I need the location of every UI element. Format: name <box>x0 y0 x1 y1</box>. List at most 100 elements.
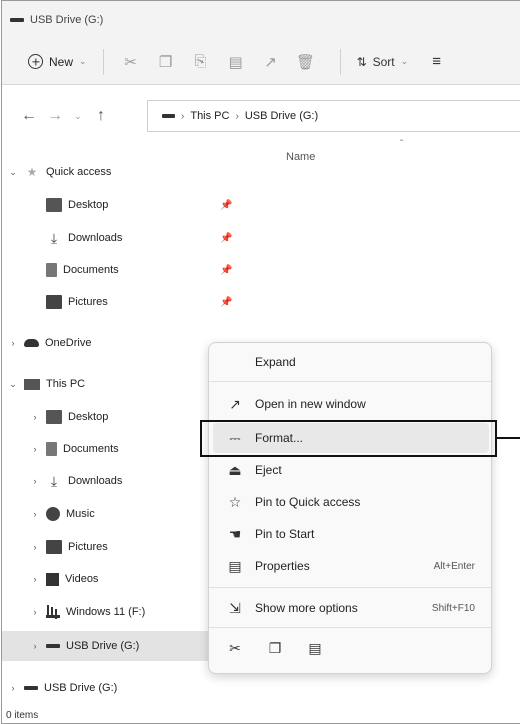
new-button-label: New <box>49 54 74 69</box>
star-outline-icon: ☆ <box>228 493 242 510</box>
menu-item-expand[interactable]: Expand <box>213 347 489 377</box>
breadcrumb-this-pc[interactable]: This PC <box>190 110 229 122</box>
menu-divider <box>209 381 491 382</box>
menu-item-label: Open in new window <box>255 397 366 411</box>
toolbar-divider <box>339 48 341 75</box>
menu-item-pin-quick-access[interactable]: ☆ Pin to Quick access <box>213 487 489 517</box>
menu-item-eject[interactable]: ⏏ Eject <box>213 455 489 485</box>
collapsed-chevron-icon[interactable]: › <box>24 444 46 454</box>
menu-item-open-new-window[interactable]: ↗ Open in new window <box>213 389 489 419</box>
menu-item-pin-start[interactable]: ☚ Pin to Start <box>213 519 489 549</box>
usb-drive-icon <box>24 686 38 690</box>
nav-label: Downloads <box>68 475 123 487</box>
nav-quick-access[interactable]: ⌄ ★ Quick access <box>2 157 250 187</box>
desktop-folder-icon <box>46 198 62 212</box>
window-title: USB Drive (G:) <box>30 14 104 26</box>
nav-label: This PC <box>46 378 86 390</box>
nav-usb-drive-root[interactable]: › USB Drive (G:) <box>2 673 250 703</box>
download-arrow-icon: ⤓ <box>50 472 58 489</box>
collapsed-chevron-icon[interactable]: › <box>24 641 46 651</box>
nav-quick-documents[interactable]: Documents 📌 <box>2 255 250 285</box>
sort-arrows-icon: ⇅ <box>356 54 367 69</box>
breadcrumb-usb-drive[interactable]: USB Drive (G:) <box>245 110 318 122</box>
paste-icon[interactable]: ⎘ <box>184 45 218 79</box>
view-menu-icon[interactable]: ≡ <box>432 53 441 70</box>
copy-icon[interactable]: ❐ <box>257 640 293 657</box>
collapsed-chevron-icon[interactable]: › <box>2 338 24 348</box>
nav-quick-desktop[interactable]: Desktop 📌 <box>2 190 250 220</box>
sort-ascending-icon: ˆ <box>400 139 404 150</box>
forward-arrow-icon[interactable]: → <box>42 107 68 125</box>
collapsed-chevron-icon[interactable]: › <box>24 509 46 519</box>
item-count: 0 items <box>6 709 39 721</box>
nav-label: Desktop <box>68 411 109 423</box>
videos-folder-icon <box>46 572 59 586</box>
nav-label: Videos <box>65 573 99 585</box>
collapsed-chevron-icon[interactable]: › <box>24 476 46 486</box>
chevron-down-icon: ⌄ <box>400 56 409 66</box>
back-arrow-icon[interactable]: ← <box>16 107 42 125</box>
menu-item-label: Expand <box>255 355 296 369</box>
rename-icon[interactable]: ▤ <box>219 45 253 79</box>
menu-item-properties[interactable]: ▤ Properties Alt+Enter <box>213 551 489 581</box>
shortcut-text: Alt+Enter <box>433 560 475 572</box>
nav-quick-pictures[interactable]: Pictures 📌 <box>2 287 250 317</box>
nav-label: Downloads <box>68 232 123 244</box>
expanded-chevron-icon[interactable]: ⌄ <box>2 167 24 178</box>
usb-drive-icon <box>46 644 60 648</box>
nav-label: Documents <box>63 443 119 455</box>
nav-label: Pictures <box>68 296 108 308</box>
expanded-chevron-icon[interactable]: ⌄ <box>2 379 24 390</box>
open-new-window-icon: ↗ <box>229 395 241 412</box>
title-bar: USB Drive (G:) <box>2 1 520 39</box>
cut-icon[interactable]: ✂ <box>217 640 253 657</box>
usb-drive-icon <box>162 114 175 118</box>
sort-button[interactable]: ⇅ Sort ⌄ <box>357 55 409 69</box>
rename-icon[interactable]: ▤ <box>297 640 333 657</box>
document-folder-icon <box>46 442 57 456</box>
up-arrow-icon[interactable]: ↑ <box>88 107 114 125</box>
nav-label: OneDrive <box>45 337 92 349</box>
menu-item-label: Properties <box>255 559 310 573</box>
menu-item-show-more-options[interactable]: ⇲ Show more options Shift+F10 <box>213 593 489 623</box>
share-icon[interactable]: ↗ <box>254 45 288 79</box>
sort-button-label: Sort <box>372 54 395 69</box>
music-folder-icon <box>46 507 60 521</box>
pin-icon: 📌 <box>220 199 233 211</box>
recent-chevron-icon[interactable]: ⌄ <box>68 111 88 122</box>
copy-icon[interactable]: ❐ <box>149 45 183 79</box>
download-arrow-icon: ⤓ <box>50 229 58 246</box>
nav-label: USB Drive (G:) <box>66 640 140 652</box>
pictures-folder-icon <box>46 295 62 309</box>
nav-label: Desktop <box>68 199 109 211</box>
collapsed-chevron-icon[interactable]: › <box>2 683 24 693</box>
collapsed-chevron-icon[interactable]: › <box>24 607 46 617</box>
collapsed-chevron-icon[interactable]: › <box>24 542 46 552</box>
cut-icon[interactable]: ✂ <box>114 45 148 79</box>
address-row: ← → ⌄ ↑ › This PC › USB Drive (G:) <box>2 85 520 147</box>
nav-label: Documents <box>63 264 119 276</box>
status-bar: 0 items <box>2 705 520 724</box>
pin-icon: 📌 <box>220 296 233 308</box>
context-menu-quick-actions: ✂ ❐ ▤ <box>213 633 489 663</box>
nav-label: Windows 11 (F:) <box>66 606 146 618</box>
column-header-name[interactable]: Name <box>286 151 315 163</box>
collapsed-chevron-icon[interactable]: › <box>24 574 46 584</box>
computer-icon <box>24 378 40 390</box>
windows-drive-icon <box>46 605 60 618</box>
menu-divider <box>209 587 491 588</box>
nav-label: Music <box>66 508 95 520</box>
delete-icon[interactable]: 🗑 <box>289 45 323 79</box>
new-button[interactable]: New ⌄ <box>28 54 87 69</box>
cloud-icon <box>24 339 39 347</box>
plus-circle-icon <box>28 54 43 69</box>
nav-quick-downloads[interactable]: ⤓ Downloads 📌 <box>2 223 250 253</box>
toolbar-divider <box>102 48 104 75</box>
menu-item-label: Eject <box>255 463 282 477</box>
collapsed-chevron-icon[interactable]: › <box>24 412 46 422</box>
breadcrumb-separator-icon: › <box>235 110 239 122</box>
nav-label: Pictures <box>68 541 108 553</box>
callout-highlight-box <box>200 420 497 457</box>
address-bar[interactable]: › This PC › USB Drive (G:) <box>147 100 520 132</box>
pictures-folder-icon <box>46 540 62 554</box>
